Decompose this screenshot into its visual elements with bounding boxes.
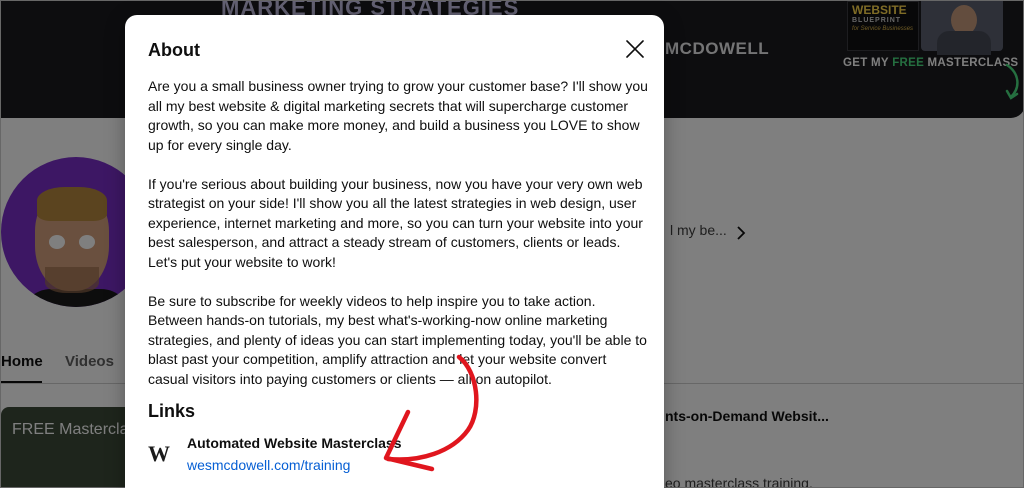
link-url[interactable]: wesmcdowell.com/training [187, 457, 350, 473]
about-description: Are you a small business owner trying to… [148, 77, 648, 409]
link-title: Automated Website Masterclass [187, 435, 402, 451]
close-button[interactable] [623, 37, 647, 61]
about-dialog: About Are you a small business owner try… [125, 15, 664, 488]
link-favicon-icon: W [148, 441, 170, 466]
links-heading: Links [148, 401, 196, 421]
close-icon [626, 40, 644, 58]
about-paragraph: Are you a small business owner trying to… [148, 78, 648, 153]
link-item[interactable]: W Automated Website Masterclass wesmcdow… [148, 435, 628, 475]
dialog-title: About [148, 40, 200, 60]
about-paragraph: If you're serious about building your bu… [148, 175, 643, 270]
about-paragraph: Be sure to subscribe for weekly videos t… [148, 292, 647, 387]
